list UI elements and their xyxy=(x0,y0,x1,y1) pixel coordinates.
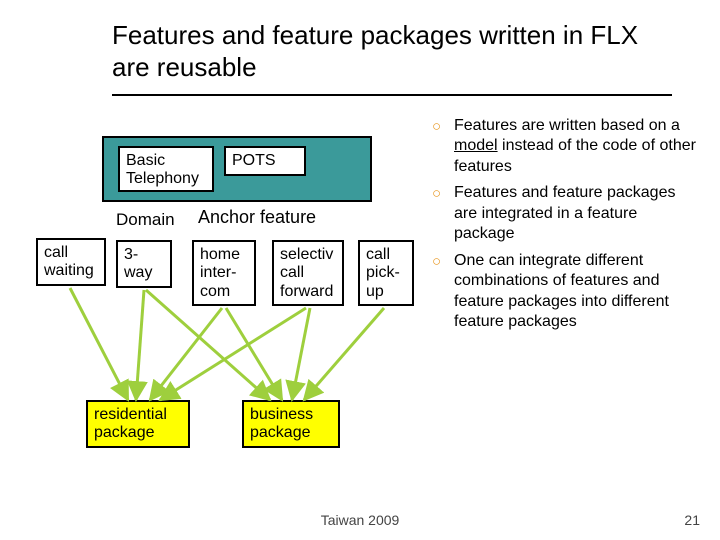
call-pickup-box: call pick- up xyxy=(358,240,414,306)
home-intercom-box: home inter- com xyxy=(192,240,256,306)
pots-box: POTS xyxy=(224,146,306,176)
bullet-list: Features are written based on a model in… xyxy=(432,116,700,339)
basic-telephony-box: Basic Telephony xyxy=(118,146,214,192)
bullet-1a: Features are written based on a xyxy=(454,117,680,134)
call-waiting-box: call waiting xyxy=(36,238,106,286)
bullet-1: Features are written based on a model in… xyxy=(432,116,700,177)
bullet-2: Features and feature packages are integr… xyxy=(432,183,700,244)
domain-label: Domain xyxy=(116,210,175,230)
page-number: 21 xyxy=(684,512,700,528)
three-way-box: 3- way xyxy=(116,240,172,288)
anchor-feature-label: Anchor feature xyxy=(198,207,316,228)
bullet-3: One can integrate different combinations… xyxy=(432,251,700,333)
business-package-box: business package xyxy=(242,400,340,448)
residential-package-box: residential package xyxy=(86,400,190,448)
slide: Features and feature packages written in… xyxy=(0,0,720,540)
footer-center: Taiwan 2009 xyxy=(0,512,720,528)
selective-call-forward-box: selectiv call forward xyxy=(272,240,344,306)
bullet-1-model: model xyxy=(454,137,498,154)
